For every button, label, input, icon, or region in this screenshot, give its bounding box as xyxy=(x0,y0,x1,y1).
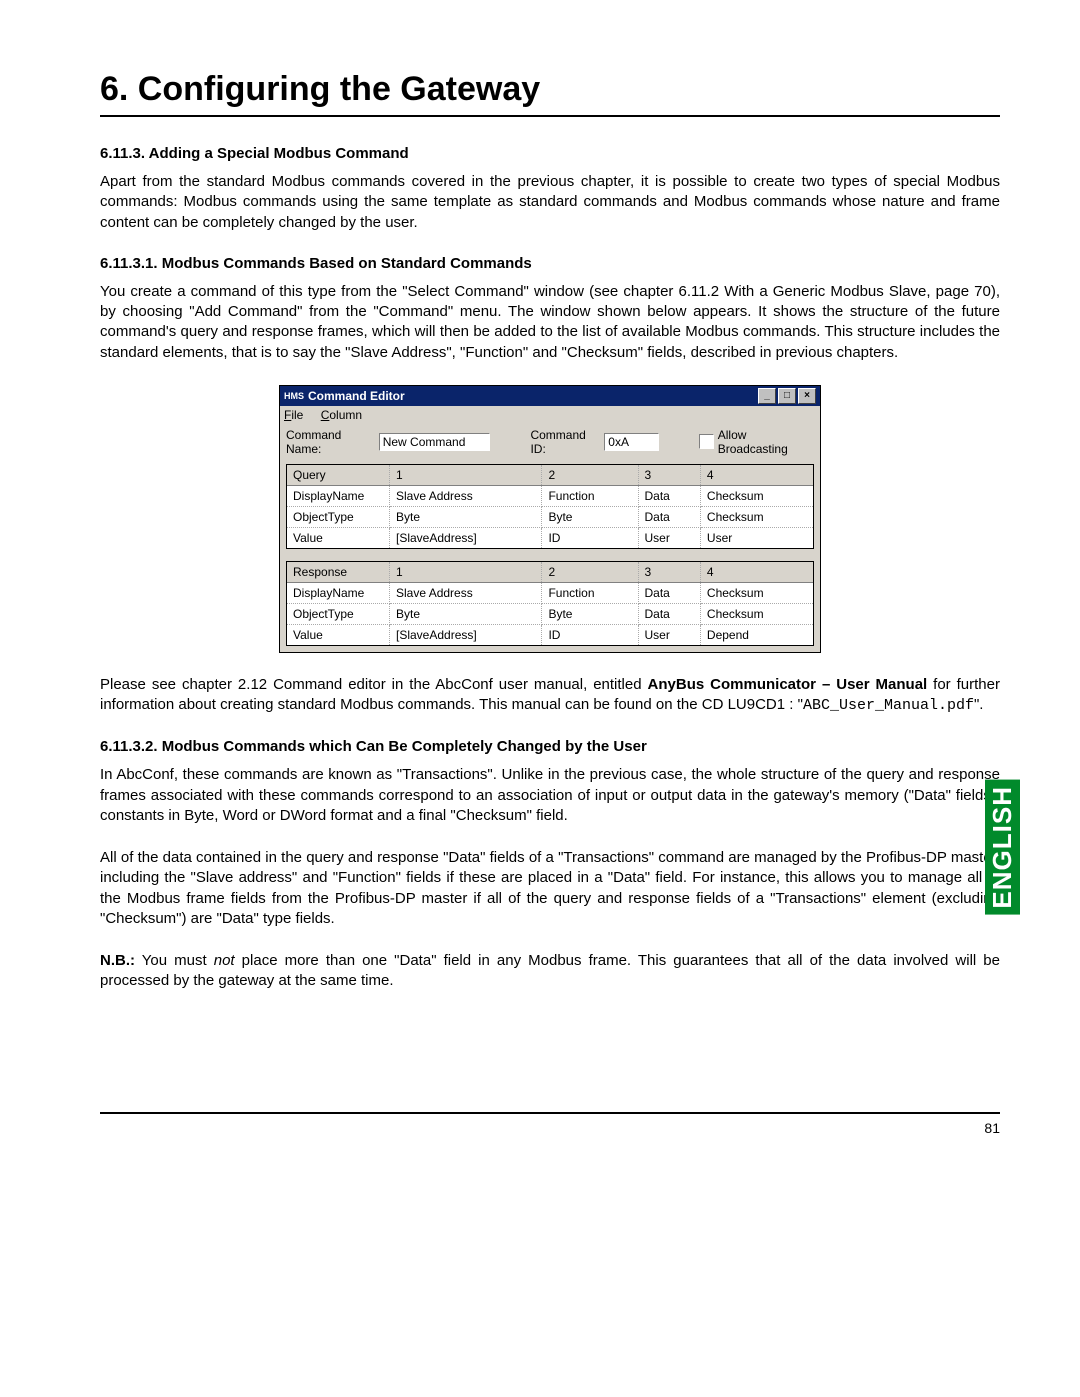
label-allow-broadcasting: Allow Broadcasting xyxy=(718,428,814,456)
menu-column[interactable]: CColumnolumn xyxy=(321,408,362,422)
para-6-11-3-1: You create a command of this type from t… xyxy=(100,282,1000,363)
window-title: Command Editor xyxy=(308,389,405,403)
para-6-11-3-2-a: In AbcConf, these commands are known as … xyxy=(100,765,1000,826)
text-bold: AnyBus Communicator – User Manual xyxy=(648,676,928,693)
para-6-11-3-2-b: All of the data contained in the query a… xyxy=(100,848,1000,929)
text: Please see chapter 2.12 Command editor i… xyxy=(100,676,648,693)
label-command-id: Command ID: xyxy=(530,428,600,456)
cell: Depend xyxy=(700,624,813,645)
command-id-input[interactable]: 0xA xyxy=(604,433,659,451)
minimize-icon[interactable]: _ xyxy=(758,388,776,404)
response-header-3: 3 xyxy=(638,562,700,583)
text: place more than one "Data" field in any … xyxy=(100,952,1000,989)
cell: Data xyxy=(638,603,700,624)
chapter-title: 6. Configuring the Gateway xyxy=(100,70,1000,109)
text-italic: not xyxy=(214,952,235,969)
close-icon[interactable]: × xyxy=(798,388,816,404)
response-header-4: 4 xyxy=(700,562,813,583)
text-mono: ABC_User_Manual.pdf xyxy=(803,697,974,714)
cell: ID xyxy=(542,624,638,645)
cell: ObjectType xyxy=(287,506,390,527)
query-header-1: 1 xyxy=(390,465,542,486)
cell: Function xyxy=(542,485,638,506)
cell: Slave Address xyxy=(390,582,542,603)
para-after-figure: Please see chapter 2.12 Command editor i… xyxy=(100,675,1000,717)
cell: Checksum xyxy=(700,485,813,506)
query-header-0: Query xyxy=(287,465,390,486)
cell: Checksum xyxy=(700,582,813,603)
section-6-11-3-1: 6.11.3.1. Modbus Commands Based on Stand… xyxy=(100,255,1000,272)
response-header-0: Response xyxy=(287,562,390,583)
text: You must xyxy=(135,952,214,969)
cell: Data xyxy=(638,582,700,603)
cell: Byte xyxy=(542,603,638,624)
allow-broadcasting-checkbox[interactable] xyxy=(699,434,713,449)
command-name-input[interactable]: New Command xyxy=(379,433,491,451)
cell: Byte xyxy=(390,506,542,527)
para-6-11-3: Apart from the standard Modbus commands … xyxy=(100,172,1000,233)
cell: DisplayName xyxy=(287,485,390,506)
cell: Data xyxy=(638,506,700,527)
menubar: FFileile CColumnolumn xyxy=(280,406,820,424)
response-grid: Response 1 2 3 4 DisplayName Slave Addre… xyxy=(286,561,814,646)
chapter-rule xyxy=(100,115,1000,117)
cell: DisplayName xyxy=(287,582,390,603)
hms-logo: HMS xyxy=(284,391,304,401)
query-header-4: 4 xyxy=(700,465,813,486)
cell: Data xyxy=(638,485,700,506)
cell: Value xyxy=(287,624,390,645)
command-editor-window: HMS Command Editor _ □ × FFileile CColum… xyxy=(279,385,821,653)
english-tab: ENGLISH xyxy=(985,780,1020,915)
label-command-name: Command Name: xyxy=(286,428,375,456)
page: 6. Configuring the Gateway 6.11.3. Addin… xyxy=(0,0,1080,1186)
cell: Value xyxy=(287,527,390,548)
cell: User xyxy=(638,527,700,548)
query-header-2: 2 xyxy=(542,465,638,486)
query-header-3: 3 xyxy=(638,465,700,486)
cell: Checksum xyxy=(700,603,813,624)
response-header-1: 1 xyxy=(390,562,542,583)
cell: ObjectType xyxy=(287,603,390,624)
query-grid: Query 1 2 3 4 DisplayName Slave Address … xyxy=(286,464,814,549)
cell: Checksum xyxy=(700,506,813,527)
cell: Byte xyxy=(390,603,542,624)
cell: [SlaveAddress] xyxy=(390,527,542,548)
response-header-2: 2 xyxy=(542,562,638,583)
text: ". xyxy=(974,696,984,713)
cell: Function xyxy=(542,582,638,603)
footer-rule xyxy=(100,1112,1000,1114)
cell: User xyxy=(638,624,700,645)
maximize-icon[interactable]: □ xyxy=(778,388,796,404)
section-6-11-3: 6.11.3. Adding a Special Modbus Command xyxy=(100,145,1000,162)
section-6-11-3-2: 6.11.3.2. Modbus Commands which Can Be C… xyxy=(100,738,1000,755)
cell: Slave Address xyxy=(390,485,542,506)
cell: [SlaveAddress] xyxy=(390,624,542,645)
page-number: 81 xyxy=(100,1120,1000,1136)
window-titlebar[interactable]: HMS Command Editor _ □ × xyxy=(280,386,820,406)
cell: Byte xyxy=(542,506,638,527)
nb-label: N.B.: xyxy=(100,952,135,969)
cell: User xyxy=(700,527,813,548)
menu-file[interactable]: FFileile xyxy=(284,408,303,422)
form-row: Command Name: New Command Command ID: 0x… xyxy=(280,424,820,464)
cell: ID xyxy=(542,527,638,548)
nb-paragraph: N.B.: You must not place more than one "… xyxy=(100,951,1000,992)
